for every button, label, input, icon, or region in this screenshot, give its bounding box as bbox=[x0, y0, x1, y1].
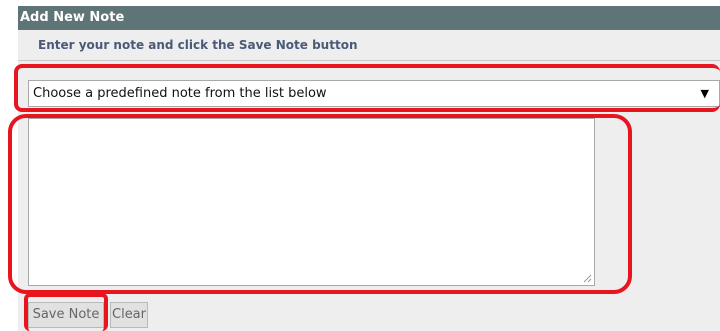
panel-header: Add New Note bbox=[18, 6, 720, 30]
clear-button[interactable]: Clear bbox=[110, 302, 148, 328]
dropdown-arrow-icon: ▼ bbox=[700, 87, 709, 100]
resize-grip-icon[interactable] bbox=[582, 273, 592, 283]
instruction-text: Enter your note and click the Save Note … bbox=[38, 38, 358, 52]
divider bbox=[18, 60, 720, 61]
note-textarea[interactable] bbox=[28, 118, 595, 286]
save-note-button[interactable]: Save Note bbox=[28, 302, 104, 328]
select-value: Choose a predefined note from the list b… bbox=[33, 86, 327, 101]
predefined-note-select[interactable]: Choose a predefined note from the list b… bbox=[28, 80, 720, 107]
